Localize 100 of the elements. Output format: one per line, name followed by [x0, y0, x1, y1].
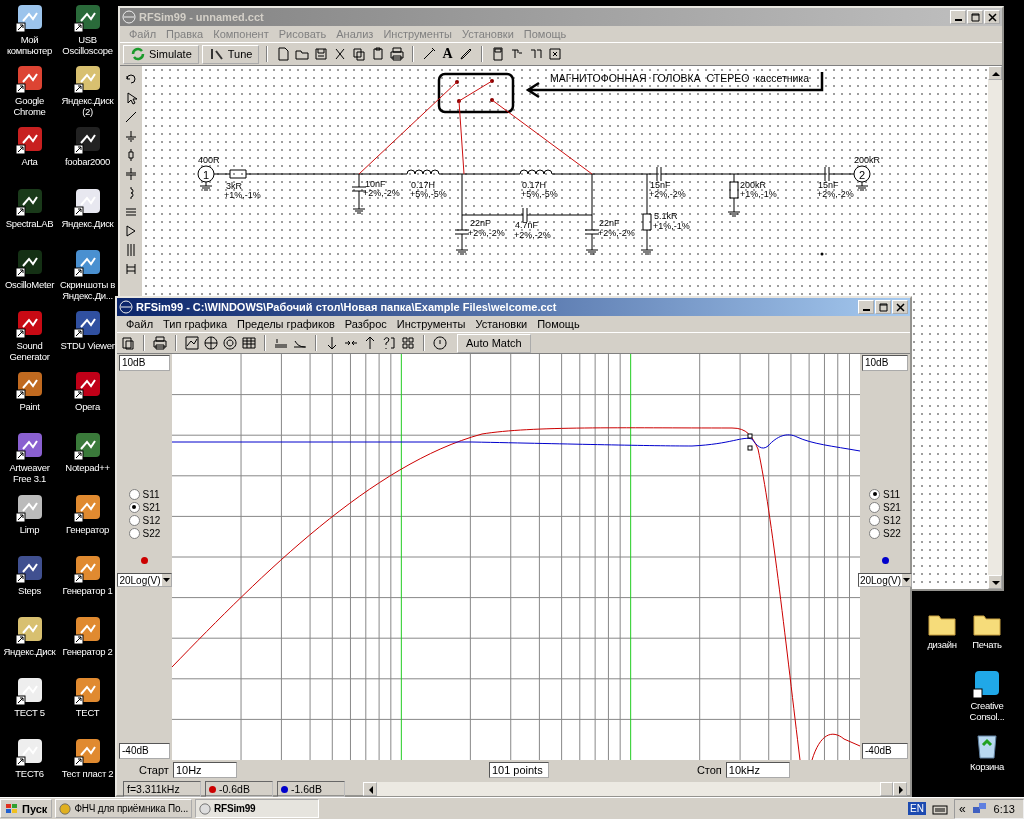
scroll-left-icon[interactable]	[363, 782, 377, 796]
program-icon[interactable]	[72, 737, 103, 768]
icon-label[interactable]: Paint	[19, 401, 40, 413]
program-icon[interactable]	[72, 3, 103, 33]
program-icon[interactable]	[14, 308, 45, 339]
maximize-button[interactable]	[875, 300, 891, 314]
help-icon[interactable]	[381, 335, 397, 351]
print-icon[interactable]	[389, 46, 406, 62]
icon-label[interactable]: Мой компьютер	[1, 34, 58, 56]
taskbar-button[interactable]: ФНЧ для приёмника По...	[55, 799, 193, 818]
menu-item[interactable]: Файл	[121, 318, 159, 330]
radio-button[interactable]	[128, 488, 140, 500]
icon-label[interactable]: Creative Consol...	[959, 700, 1015, 722]
icon-label[interactable]: Генератор 2	[62, 645, 113, 657]
radio-button[interactable]	[128, 501, 140, 513]
program-icon[interactable]	[14, 370, 45, 401]
scale-max-field[interactable]: 10dB	[119, 355, 170, 371]
scroll-down-icon[interactable]	[988, 575, 1002, 589]
program-icon[interactable]	[14, 186, 45, 217]
polar-chart-icon[interactable]	[222, 335, 238, 351]
icon-label[interactable]: Steps	[18, 584, 41, 596]
program-icon[interactable]	[72, 553, 103, 584]
icon-label[interactable]: SpectraLAB	[5, 217, 54, 229]
menu-item[interactable]: Инструменты	[391, 318, 471, 330]
grid-icon[interactable]	[400, 335, 416, 351]
icon-label[interactable]: дизайн	[927, 639, 957, 650]
icon-label[interactable]: foobar2000	[64, 156, 111, 168]
program-icon[interactable]	[72, 492, 103, 523]
icon-label[interactable]: Arta	[21, 156, 38, 168]
toolbar-button[interactable]: Tune	[201, 44, 260, 64]
capacitor-icon[interactable]	[124, 167, 138, 181]
icon-label[interactable]: Тест пласт 2	[61, 768, 114, 780]
expand-tray-button[interactable]: «	[958, 801, 966, 816]
icon-label[interactable]: ТЕСТ	[75, 707, 100, 719]
icon-label[interactable]: Яндекс.Диск	[61, 217, 114, 229]
close-button[interactable]	[984, 10, 1000, 24]
icon-label[interactable]: ТЕСТ6	[15, 768, 44, 780]
menu-item[interactable]: Разброс	[339, 318, 392, 330]
scroll-thumb[interactable]	[880, 782, 893, 796]
radio-button[interactable]	[869, 527, 881, 539]
menu-item[interactable]: Установки	[470, 318, 533, 330]
pencil-icon[interactable]	[457, 46, 474, 62]
scale-dropdown[interactable]: 20Log(V)	[117, 573, 172, 587]
triangle-icon[interactable]	[124, 224, 138, 238]
clipboard-icon[interactable]	[120, 335, 136, 351]
program-icon[interactable]	[14, 64, 45, 95]
icon-label[interactable]: USB Oscilloscope	[59, 34, 116, 56]
icon-label[interactable]: STDU Viewer	[60, 339, 115, 351]
pointer-icon[interactable]	[124, 91, 138, 105]
program-icon[interactable]	[14, 676, 45, 707]
minimize-button[interactable]	[858, 300, 874, 314]
auto-match-button[interactable]: Auto Match	[457, 333, 531, 353]
icon-label[interactable]: OscilloMeter	[4, 278, 55, 290]
rotate-icon[interactable]	[124, 72, 138, 86]
vertical-scrollbar[interactable]	[988, 66, 1002, 589]
close-button[interactable]	[892, 300, 908, 314]
program-icon[interactable]	[14, 3, 45, 33]
scale-max-field[interactable]: 10dB	[862, 355, 908, 371]
program-icon[interactable]	[72, 125, 103, 156]
icon-label[interactable]: Скриншоты в Яндекс.Ди...	[59, 278, 116, 301]
radio-label[interactable]: S11	[142, 488, 160, 500]
start-button[interactable]: Пуск	[0, 799, 53, 818]
icon-label[interactable]: Sound Generator	[1, 339, 58, 362]
program-icon[interactable]	[14, 492, 45, 523]
program-icon[interactable]	[72, 186, 103, 217]
start-field[interactable]: 10Hz	[172, 762, 237, 778]
radio-button[interactable]	[869, 488, 881, 500]
chip-icon[interactable]	[546, 46, 563, 62]
scroll-right-icon[interactable]	[893, 782, 907, 796]
icon-label[interactable]: Яндекс.Диск (2)	[59, 95, 116, 118]
radio-label[interactable]: S12	[142, 514, 161, 526]
radio-label[interactable]: S11	[883, 488, 901, 500]
menu-item[interactable]: Тип графика	[158, 318, 233, 330]
icon-label[interactable]: Artweaver Free 3.1	[1, 462, 58, 485]
points-field[interactable]: 101 points	[488, 762, 549, 778]
program-icon[interactable]	[14, 125, 45, 156]
program-icon[interactable]	[14, 553, 45, 584]
icon-label[interactable]: Яндекс.Диск	[3, 645, 56, 657]
program-icon[interactable]	[14, 614, 45, 645]
icon-label[interactable]: Генератор 1	[62, 584, 113, 596]
radio-button[interactable]	[128, 527, 140, 539]
menu-item[interactable]: Пределы графиков	[232, 318, 340, 330]
keyboard-icon[interactable]	[931, 802, 948, 815]
menu-item[interactable]: Помощь	[532, 318, 585, 330]
program-icon[interactable]	[72, 614, 103, 645]
icon-label[interactable]: Google Chrome	[1, 95, 58, 118]
icon-label[interactable]: Корзина	[969, 761, 1005, 772]
language-indicator[interactable]: EN	[908, 802, 926, 815]
radio-button[interactable]	[128, 514, 140, 526]
icon-label[interactable]: Notepad++	[65, 462, 110, 474]
radio-button[interactable]	[869, 501, 881, 513]
transformer-icon[interactable]	[124, 243, 138, 257]
program-icon[interactable]	[72, 308, 103, 339]
icon-label[interactable]: Limp	[19, 523, 40, 535]
program-icon[interactable]	[14, 247, 45, 278]
icon-label[interactable]: Opera	[75, 401, 100, 413]
minimize-button[interactable]	[950, 10, 966, 24]
radio-label[interactable]: S21	[883, 501, 901, 513]
horizontal-scrollbar[interactable]	[363, 782, 907, 796]
ground-icon[interactable]	[124, 129, 138, 143]
